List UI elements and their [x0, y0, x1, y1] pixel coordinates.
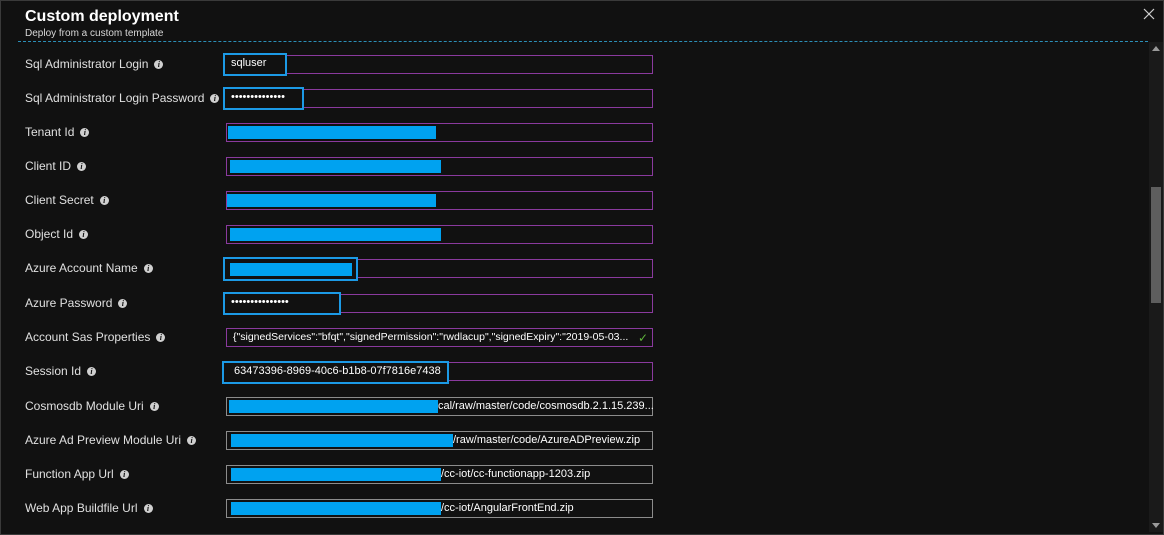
redacted-value — [230, 228, 441, 241]
tenant-id-input[interactable] — [226, 123, 653, 142]
function-app-url-input[interactable]: /cc-iot/cc-functionapp-1203.zip — [226, 465, 653, 484]
field-label: Azure Ad Preview Module Uri — [25, 433, 182, 447]
web-app-buildfile-url-value: /cc-iot/AngularFrontEnd.zip — [441, 502, 574, 514]
scrollbar-thumb[interactable] — [1151, 187, 1161, 303]
info-icon[interactable]: i — [119, 469, 129, 479]
field-label: Tenant Id — [25, 125, 75, 139]
info-icon[interactable]: i — [187, 435, 197, 445]
function-app-url-label: Function App Url i — [25, 465, 129, 483]
field-label: Account Sas Properties — [25, 330, 151, 344]
redacted-value — [229, 400, 438, 413]
web-app-buildfile-url-label: Web App Buildfile Url i — [25, 499, 153, 517]
account-sas-properties-input[interactable]: {"signedServices":"bfqt","signedPermissi… — [226, 328, 653, 347]
web-app-buildfile-url-input[interactable]: /cc-iot/AngularFrontEnd.zip — [226, 499, 653, 518]
header-divider — [18, 41, 1148, 42]
field-label: Client Secret — [25, 193, 94, 207]
redacted-value — [231, 468, 441, 481]
azure-account-name-highlight[interactable] — [223, 257, 358, 281]
info-icon[interactable]: i — [149, 401, 159, 411]
field-label: Sql Administrator Login Password — [25, 91, 205, 105]
client-id-label: Client ID i — [25, 157, 87, 175]
checkmark-icon: ✓ — [637, 331, 648, 345]
sql-admin-password-label: Sql Administrator Login Password i — [25, 89, 220, 107]
session-id-value: 63473396-8969-40c6-b1b8-07f7816e7438 — [234, 365, 441, 377]
azure-password-highlight[interactable]: ••••••••••••••• — [223, 292, 341, 315]
info-icon[interactable]: i — [87, 366, 97, 376]
field-label: Function App Url — [25, 467, 114, 481]
client-secret-label: Client Secret i — [25, 191, 109, 209]
info-icon[interactable]: i — [156, 332, 166, 342]
redacted-value — [230, 160, 441, 173]
azure-password-label: Azure Password i — [25, 294, 128, 312]
redacted-value — [228, 126, 436, 139]
redacted-value — [230, 263, 352, 276]
redacted-value — [231, 434, 453, 447]
sql-admin-login-input[interactable] — [226, 55, 653, 74]
vertical-scrollbar[interactable] — [1149, 42, 1163, 532]
cosmosdb-module-uri-value: cal/raw/master/code/cosmosdb.2.1.15.239.… — [438, 400, 654, 412]
azure-ad-preview-module-uri-value: /raw/master/code/AzureADPreview.zip — [453, 434, 641, 446]
azure-account-name-label: Azure Account Name i — [25, 259, 153, 277]
azure-password-value: ••••••••••••••• — [231, 296, 289, 308]
close-icon[interactable] — [1142, 7, 1156, 21]
field-label: Azure Password — [25, 296, 113, 310]
info-icon[interactable]: i — [80, 127, 90, 137]
session-id-label: Session Id i — [25, 362, 97, 380]
azure-ad-preview-module-uri-label: Azure Ad Preview Module Uri i — [25, 431, 197, 449]
sql-admin-password-highlight[interactable]: •••••••••••••• — [223, 87, 304, 110]
sql-admin-login-value: sqluser — [231, 57, 267, 69]
function-app-url-value: /cc-iot/cc-functionapp-1203.zip — [441, 468, 591, 480]
field-label: Web App Buildfile Url — [25, 501, 138, 515]
scroll-down-icon[interactable] — [1152, 523, 1160, 528]
field-label: Azure Account Name — [25, 261, 138, 275]
account-sas-properties-value: {"signedServices":"bfqt","signedPermissi… — [233, 331, 629, 343]
blade-header: Custom deployment Deploy from a custom t… — [25, 7, 179, 39]
blade-subtitle: Deploy from a custom template — [25, 28, 164, 39]
client-id-input[interactable] — [226, 157, 653, 176]
account-sas-properties-label: Account Sas Properties i — [25, 328, 166, 346]
azure-ad-preview-module-uri-input[interactable]: /raw/master/code/AzureADPreview.zip — [226, 431, 653, 450]
info-icon[interactable]: i — [99, 195, 109, 205]
session-id-highlight[interactable]: 63473396-8969-40c6-b1b8-07f7816e7438 — [222, 361, 449, 384]
info-icon[interactable]: i — [154, 59, 164, 69]
sql-admin-password-value: •••••••••••••• — [231, 91, 285, 103]
client-secret-input[interactable] — [226, 191, 653, 210]
info-icon[interactable]: i — [143, 503, 153, 513]
field-label: Sql Administrator Login — [25, 57, 149, 71]
redacted-value — [231, 502, 441, 515]
field-label: Object Id — [25, 227, 74, 241]
info-icon[interactable]: i — [79, 229, 89, 239]
object-id-input[interactable] — [226, 225, 653, 244]
sql-admin-login-label: Sql Administrator Login i — [25, 55, 164, 73]
field-label: Session Id — [25, 364, 82, 378]
info-icon[interactable]: i — [143, 263, 153, 273]
field-label: Client ID — [25, 159, 72, 173]
info-icon[interactable]: i — [210, 93, 220, 103]
field-label: Cosmosdb Module Uri — [25, 399, 144, 413]
scroll-up-icon[interactable] — [1152, 46, 1160, 51]
cosmosdb-module-uri-label: Cosmosdb Module Uri i — [25, 397, 159, 415]
object-id-label: Object Id i — [25, 225, 89, 243]
tenant-id-label: Tenant Id i — [25, 123, 90, 141]
redacted-value — [227, 194, 436, 207]
sql-admin-login-highlight[interactable]: sqluser — [223, 53, 287, 76]
blade-title: Custom deployment — [25, 8, 179, 25]
info-icon[interactable]: i — [118, 298, 128, 308]
cosmosdb-module-uri-input[interactable]: cal/raw/master/code/cosmosdb.2.1.15.239.… — [226, 397, 654, 416]
info-icon[interactable]: i — [77, 161, 87, 171]
